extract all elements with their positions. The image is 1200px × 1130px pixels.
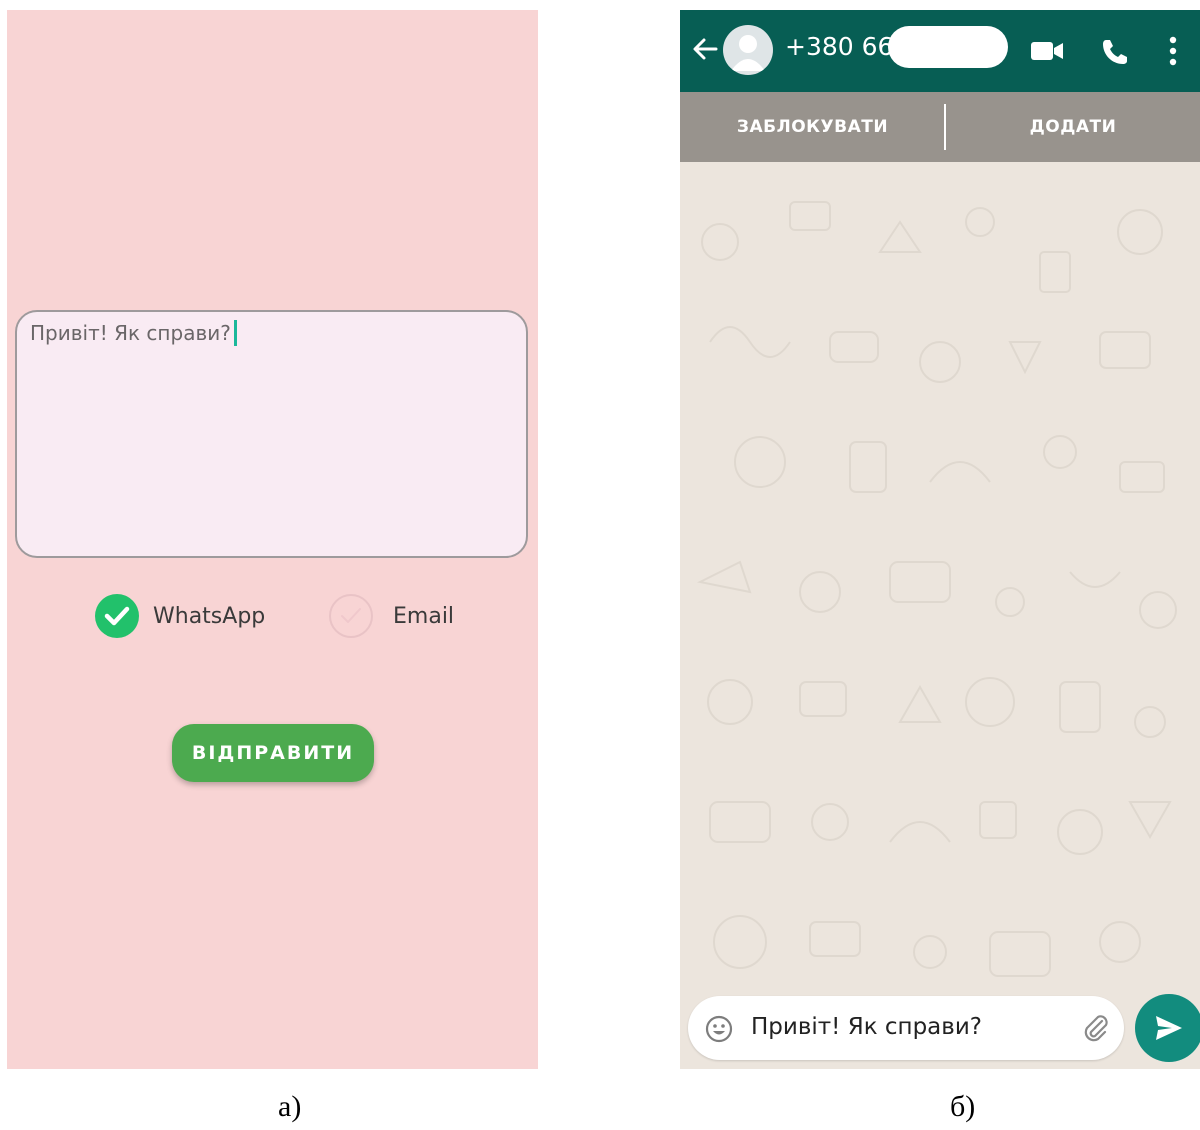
contact-action-bar: ЗАБЛОКУВАТИ ДОДАТИ (680, 92, 1200, 162)
email-option[interactable]: Email (329, 593, 454, 639)
redaction-mark (888, 26, 1008, 68)
email-label: Email (393, 603, 455, 629)
phone-call-icon[interactable] (1100, 37, 1130, 67)
email-checkbox[interactable] (329, 594, 373, 638)
attach-icon[interactable] (1080, 1012, 1112, 1044)
whatsapp-label: WhatsApp (153, 603, 266, 629)
whatsapp-option[interactable]: WhatsApp (95, 593, 265, 639)
checkmark-icon (104, 606, 130, 626)
video-call-icon[interactable] (1030, 40, 1064, 62)
avatar-icon (731, 35, 765, 71)
text-cursor (233, 320, 237, 346)
whatsapp-screen-b: +380 66 ЗАБЛОКУВАТИ ДОДАТИ Привіт! Як сп… (680, 10, 1200, 1069)
figure: Привіт! Як справи? WhatsApp Email ВІДПРА… (0, 0, 1200, 1130)
more-vert-icon[interactable] (1168, 36, 1178, 66)
back-arrow-icon[interactable] (690, 34, 720, 64)
chat-wallpaper (696, 201, 1177, 1051)
app-screen-a: Привіт! Як справи? WhatsApp Email ВІДПРА… (7, 10, 538, 1069)
send-icon (1156, 1016, 1182, 1040)
emoji-icon[interactable] (704, 1014, 734, 1044)
chat-header: +380 66 (680, 10, 1200, 92)
avatar[interactable] (723, 25, 773, 75)
checkmark-icon (341, 608, 361, 623)
contact-number[interactable]: +380 66 (785, 32, 893, 61)
message-input-text: Привіт! Як справи? (751, 1014, 982, 1040)
message-textarea[interactable]: Привіт! Як справи? (15, 310, 528, 558)
message-input[interactable]: Привіт! Як справи? (688, 996, 1124, 1060)
caption-b: б) (950, 1090, 976, 1123)
block-button[interactable]: ЗАБЛОКУВАТИ (680, 92, 945, 162)
add-contact-button[interactable]: ДОДАТИ (946, 92, 1200, 162)
caption-a: а) (278, 1090, 302, 1123)
send-message-button[interactable] (1135, 994, 1200, 1062)
message-text-line: Привіт! Як справи? (30, 320, 237, 346)
whatsapp-checkbox[interactable] (95, 594, 139, 638)
send-button[interactable]: ВІДПРАВИТИ (172, 724, 374, 782)
message-text: Привіт! Як справи? (30, 321, 231, 345)
